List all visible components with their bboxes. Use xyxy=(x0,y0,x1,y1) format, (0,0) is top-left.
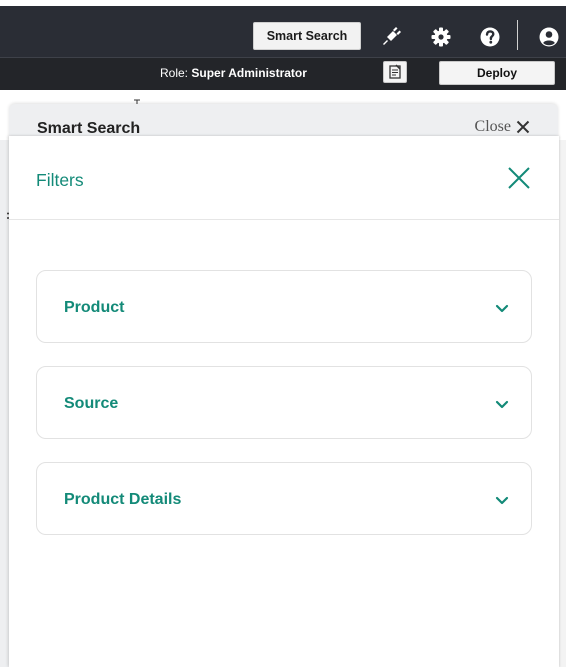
accordion-label: Product xyxy=(64,299,125,316)
role-indicator: Role: Super Administrator xyxy=(160,66,307,80)
toolbar-divider xyxy=(517,20,518,50)
role-bar: Role: Super Administrator Deploy xyxy=(0,57,566,90)
accordion-source[interactable]: Source xyxy=(36,366,532,439)
smart-search-close-button[interactable]: Close xyxy=(475,118,530,136)
accordion-label: Source xyxy=(64,395,119,412)
role-label: Role: xyxy=(160,66,189,80)
top-navigation-bar: Smart Search xyxy=(0,0,566,57)
plug-icon[interactable] xyxy=(381,27,401,47)
chevron-down-icon xyxy=(495,493,509,505)
user-icon[interactable] xyxy=(539,27,559,47)
accordion-product-details[interactable]: Product Details xyxy=(36,462,532,535)
chevron-down-icon xyxy=(495,397,509,409)
smart-search-header: Smart Search Close xyxy=(9,104,558,140)
close-icon xyxy=(516,120,530,134)
notes-button[interactable] xyxy=(383,61,407,83)
filters-panel: Filters Product Source Product Details xyxy=(9,136,559,667)
accordion-label: Product Details xyxy=(64,491,182,508)
scroll-strip xyxy=(559,140,566,667)
role-value: Super Administrator xyxy=(191,66,307,80)
chevron-down-icon xyxy=(495,301,509,313)
close-label: Close xyxy=(474,118,511,135)
filters-header: Filters xyxy=(9,136,559,220)
accordion-product[interactable]: Product xyxy=(36,270,532,343)
help-icon[interactable] xyxy=(480,27,500,47)
deploy-button[interactable]: Deploy xyxy=(439,61,555,85)
smart-search-button[interactable]: Smart Search xyxy=(253,22,361,50)
filters-title: Filters xyxy=(36,170,84,190)
filters-close-icon[interactable] xyxy=(507,166,531,190)
gear-icon[interactable] xyxy=(431,27,451,47)
notes-icon xyxy=(389,64,401,79)
